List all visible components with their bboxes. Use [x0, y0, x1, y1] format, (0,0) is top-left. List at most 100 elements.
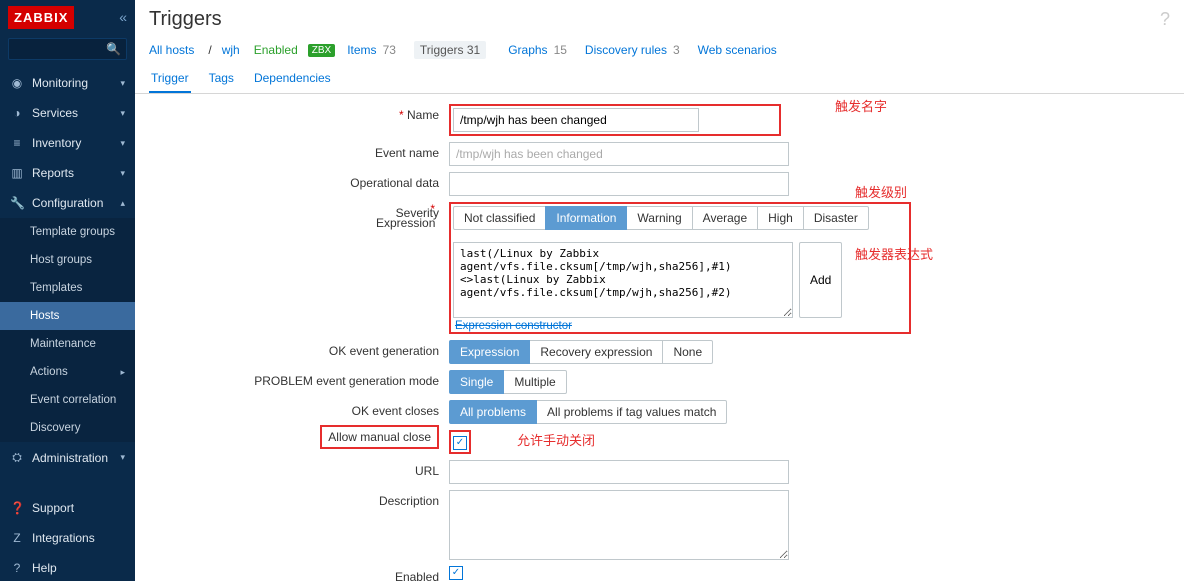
label-url: URL — [149, 460, 449, 478]
allow-manual-checkbox[interactable]: ✓ — [453, 436, 467, 450]
zbx-badge: ZBX — [308, 44, 335, 57]
sidebar-item-label: Hosts — [30, 310, 59, 322]
ok-gen-expression[interactable]: Expression — [449, 340, 530, 364]
op-data-input[interactable] — [449, 172, 789, 196]
ok-gen-none[interactable]: None — [662, 340, 713, 364]
url-input[interactable] — [449, 460, 789, 484]
tab-trigger[interactable]: Trigger — [149, 65, 191, 93]
sidebar-item-templates[interactable]: Templates — [0, 274, 135, 302]
label-ok-closes: OK event closes — [149, 400, 449, 418]
sidebar-item-label: Help — [32, 561, 57, 575]
chevron-down-icon: ▾ — [120, 78, 125, 89]
search-input[interactable]: 🔍 — [8, 38, 127, 60]
label-event-name: Event name — [149, 142, 449, 160]
sidebar-item-label: Monitoring — [32, 76, 88, 90]
sidebar-item-maintenance[interactable]: Maintenance — [0, 330, 135, 358]
expression-textarea[interactable]: last(/Linux by Zabbix agent/vfs.file.cks… — [453, 242, 793, 318]
sidebar-item-hosts[interactable]: Hosts — [0, 302, 135, 330]
prob-mode-multiple[interactable]: Multiple — [503, 370, 566, 394]
sidebar-item-monitoring[interactable]: ◉ Monitoring ▾ — [0, 68, 135, 98]
tab-tags[interactable]: Tags — [207, 65, 236, 93]
list-icon: ≡ — [10, 136, 24, 150]
anno-expression: 触发器表达式 — [855, 244, 933, 263]
severity-average[interactable]: Average — [692, 206, 758, 230]
sidebar-item-label: Support — [32, 501, 74, 515]
bc-graphs-count: 15 — [554, 43, 567, 57]
ok-gen-recovery[interactable]: Recovery expression — [529, 340, 663, 364]
anno-manual: 允许手动关闭 — [517, 430, 595, 449]
eye-icon: ◉ — [10, 76, 24, 90]
sidebar-item-actions[interactable]: Actions ▸ — [0, 358, 135, 386]
sidebar-item-label: Actions — [30, 366, 68, 378]
bc-web[interactable]: Web scenarios — [698, 43, 777, 57]
sidebar-item-reports[interactable]: ▥ Reports ▾ — [0, 158, 135, 188]
chevron-down-icon: ▾ — [120, 452, 125, 463]
event-name-input[interactable] — [449, 142, 789, 166]
collapse-icon[interactable]: « — [119, 9, 127, 25]
chevron-down-icon: ▾ — [120, 108, 125, 119]
severity-not-classified[interactable]: Not classified — [453, 206, 546, 230]
bc-discovery[interactable]: Discovery rules — [585, 43, 667, 57]
gear-icon: ⛭ — [10, 450, 24, 465]
label-name: Name — [149, 104, 449, 122]
sidebar-item-label: Host groups — [30, 254, 92, 266]
help-icon[interactable]: ? — [1160, 9, 1170, 30]
expression-constructor-link[interactable]: Expression constructor — [455, 320, 572, 332]
sidebar-item-configuration[interactable]: 🔧 Configuration ▴ — [0, 188, 135, 218]
wrench-icon: 🔧 — [10, 196, 24, 210]
chevron-up-icon: ▴ — [120, 198, 125, 209]
ok-closes-tag[interactable]: All problems if tag values match — [536, 400, 727, 424]
add-expression-button[interactable]: Add — [799, 242, 842, 318]
sidebar-item-label: Configuration — [32, 196, 103, 210]
sidebar-item-label: Integrations — [32, 531, 95, 545]
chevron-right-icon: ▸ — [120, 367, 125, 378]
sidebar-item-label: Templates — [30, 282, 82, 294]
help-icon: ? — [10, 561, 24, 575]
z-icon: Z — [10, 531, 24, 545]
anno-name: 触发名字 — [835, 96, 887, 115]
sidebar-item-event-correlation[interactable]: Event correlation — [0, 386, 135, 414]
sidebar-item-services[interactable]: ◑Services▾ — [0, 98, 135, 128]
bc-disc-count: 3 — [673, 43, 680, 57]
breadcrumb: All hosts / wjh Enabled ZBX Items73 Trig… — [135, 35, 1184, 65]
sidebar-item-label: Event correlation — [30, 394, 116, 406]
severity-high[interactable]: High — [757, 206, 804, 230]
bc-all-hosts[interactable]: All hosts — [149, 43, 194, 57]
name-input[interactable] — [453, 108, 699, 132]
description-textarea[interactable] — [449, 490, 789, 560]
label-description: Description — [149, 490, 449, 508]
label-ok-gen: OK event generation — [149, 340, 449, 358]
sidebar-item-label: Administration — [32, 451, 108, 465]
sidebar-item-label: Services — [32, 106, 78, 120]
tab-dependencies[interactable]: Dependencies — [252, 65, 333, 93]
label-prob-mode: PROBLEM event generation mode — [149, 370, 449, 388]
chevron-down-icon: ▾ — [120, 168, 125, 179]
bc-status: Enabled — [254, 43, 298, 57]
severity-information[interactable]: Information — [545, 206, 627, 230]
sidebar-item-inventory[interactable]: ≡Inventory▾ — [0, 128, 135, 158]
sidebar-item-integrations[interactable]: Z Integrations — [0, 523, 135, 553]
bc-graphs[interactable]: Graphs — [508, 43, 547, 57]
label-allow-manual: Allow manual close — [320, 425, 439, 449]
page-title: Triggers — [149, 8, 222, 31]
bc-host[interactable]: wjh — [222, 43, 240, 57]
chart-icon: ▥ — [10, 166, 24, 180]
sidebar-item-label: Reports — [32, 166, 74, 180]
chevron-down-icon: ▾ — [120, 138, 125, 149]
sidebar-item-help[interactable]: ? Help — [0, 553, 135, 581]
label-expression: Expression — [376, 202, 435, 230]
enabled-checkbox[interactable]: ✓ — [449, 566, 463, 580]
sidebar-item-support[interactable]: ❓Support — [0, 493, 135, 523]
severity-warning[interactable]: Warning — [626, 206, 692, 230]
bc-items-count: 73 — [383, 43, 396, 57]
ok-closes-all[interactable]: All problems — [449, 400, 537, 424]
prob-mode-single[interactable]: Single — [449, 370, 504, 394]
severity-disaster[interactable]: Disaster — [803, 206, 869, 230]
bc-items[interactable]: Items — [347, 43, 376, 57]
bc-triggers[interactable]: Triggers 31 — [414, 41, 486, 59]
sidebar-item-template-groups[interactable]: Template groups — [0, 218, 135, 246]
sidebar-item-host-groups[interactable]: Host groups — [0, 246, 135, 274]
sidebar-item-discovery[interactable]: Discovery — [0, 414, 135, 442]
sidebar-item-administration[interactable]: ⛭ Administration ▾ — [0, 442, 135, 473]
logo[interactable]: ZABBIX — [8, 6, 74, 29]
